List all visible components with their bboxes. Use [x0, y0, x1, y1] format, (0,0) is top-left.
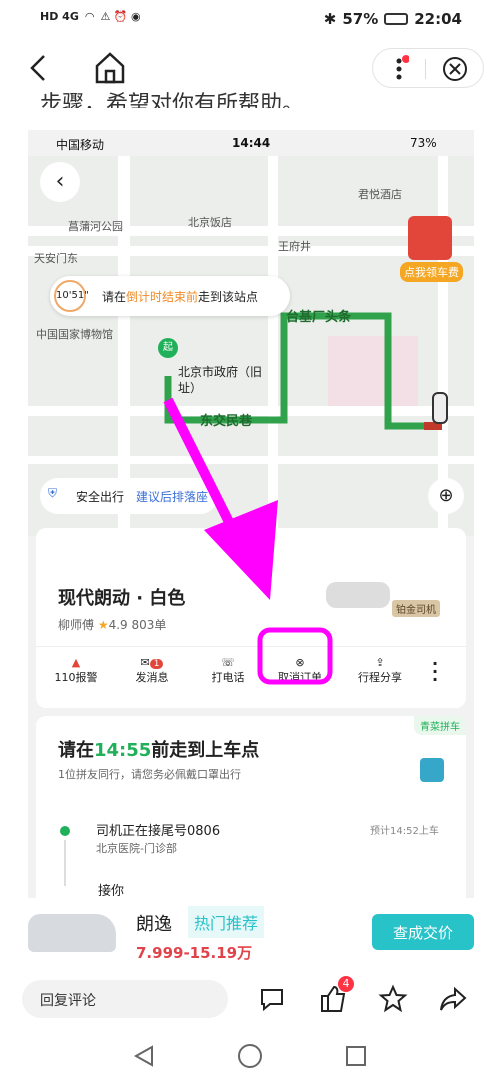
back-icon[interactable] — [24, 52, 56, 84]
nav-back-icon[interactable] — [132, 1044, 156, 1068]
more-icon[interactable] — [389, 55, 410, 83]
close-icon[interactable] — [441, 55, 469, 83]
system-nav-bar — [0, 1030, 500, 1083]
ad-model: 朗逸 — [136, 914, 172, 935]
ad-price: 7.999-15.19万 — [136, 944, 253, 962]
notification-icons: ⚠ ⏰ ◉ — [100, 10, 141, 23]
share-icon[interactable] — [438, 984, 468, 1014]
ad-tag: 热门推荐 — [188, 906, 265, 938]
network-indicator: HD 4G — [40, 10, 79, 23]
comment-icon[interactable] — [258, 984, 286, 1012]
home-icon[interactable] — [92, 50, 128, 86]
article-text-cut: 步骤，希望对你有所帮助。 — [40, 92, 305, 108]
comment-input[interactable]: 回复评论 — [22, 980, 228, 1018]
car-ad[interactable]: 朗逸 热门推荐 7.999-15.19万 查成交价 — [0, 898, 500, 970]
like-count-badge: 4 — [338, 976, 354, 992]
annotation-arrow — [163, 397, 333, 685]
nav-recents-icon[interactable] — [346, 1046, 366, 1066]
status-bar: HD 4G ◠ ⚠ ⏰ ◉ ✱ 57% 22:04 — [0, 0, 500, 40]
comment-bar: 回复评论 4 — [0, 970, 500, 1030]
price-query-button[interactable]: 查成交价 — [372, 914, 474, 950]
battery-icon — [384, 13, 409, 25]
embedded-screenshot: 中国移动 14:44 73% ‹ 君悦酒店 菖蒲河公园 北京饭店 天安门东 王府… — [28, 130, 474, 898]
wifi-icon: ◠ — [84, 10, 95, 23]
header-actions — [372, 48, 484, 88]
bluetooth-icon: ✱ — [323, 10, 337, 28]
clock: 22:04 — [414, 10, 462, 28]
battery-percent: 57% — [342, 10, 379, 28]
divider — [425, 59, 426, 79]
star-icon[interactable] — [378, 984, 408, 1014]
car-thumbnail — [28, 914, 116, 952]
nav-home-icon[interactable] — [238, 1044, 262, 1068]
